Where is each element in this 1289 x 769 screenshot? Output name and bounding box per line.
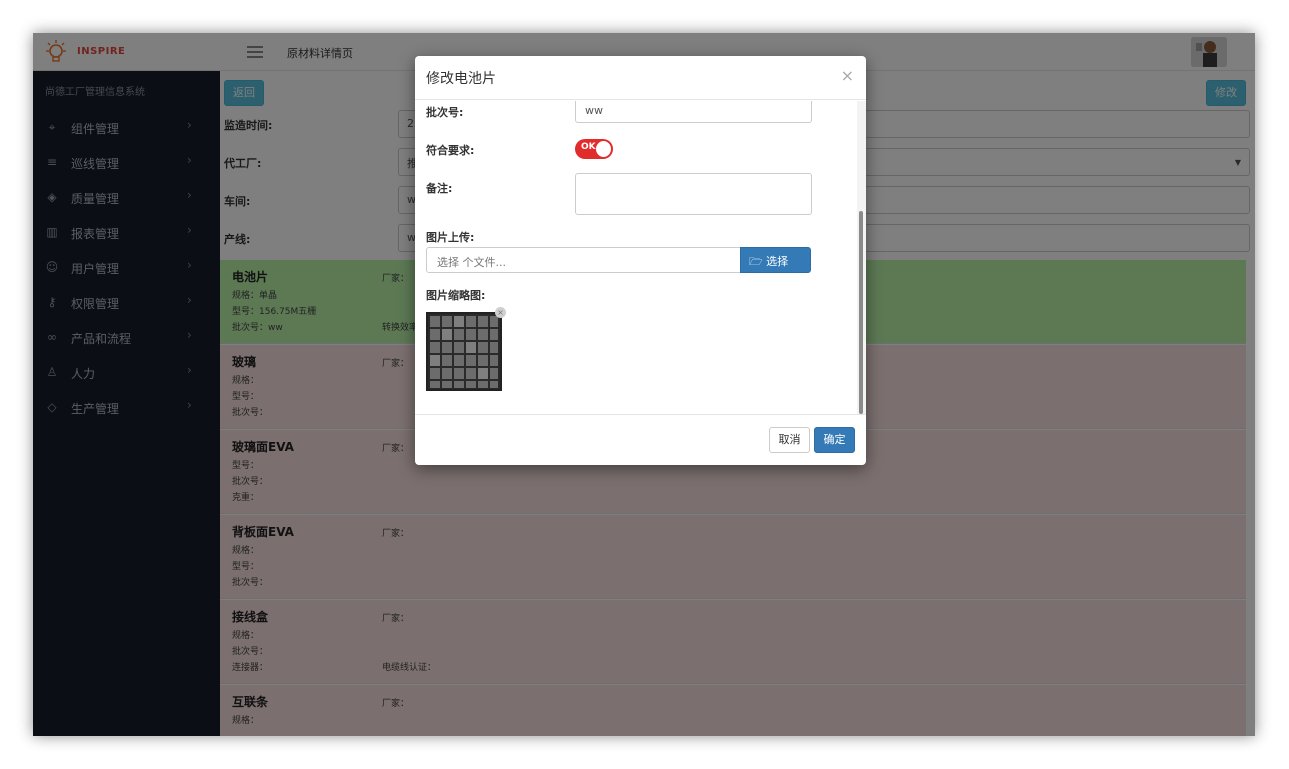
modal-header: 修改电池片 × (415, 56, 866, 100)
confirm-button[interactable]: 确定 (814, 427, 855, 453)
solar-cell-thumbnail (426, 312, 502, 391)
app-window: INSPIRE 原材料详情页 尚德工厂管理信息系统 ⌖ 组件管理 › ≡ 巡线管… (33, 33, 1255, 736)
note-textarea[interactable] (575, 173, 812, 215)
remove-thumbnail-icon[interactable]: × (495, 307, 506, 318)
modal-body: 批次号: ww 符合要求: OK 备注: 图片上传: 选择 个文件... 🗁 选… (415, 101, 866, 414)
toggle-knob (596, 141, 611, 157)
close-icon[interactable]: × (841, 66, 854, 85)
cancel-button[interactable]: 取消 (769, 427, 810, 453)
meets-requirement-toggle[interactable]: OK (575, 139, 613, 159)
choose-file-button[interactable]: 🗁 选择 … (740, 247, 811, 285)
toggle-text: OK (581, 142, 596, 152)
batch-label: 批次号: (426, 106, 464, 119)
meets-requirement-label: 符合要求: (426, 144, 475, 157)
modal-title: 修改电池片 (426, 71, 496, 87)
upload-label: 图片上传: (426, 231, 475, 244)
note-label: 备注: (426, 182, 453, 195)
folder-open-icon: 🗁 (749, 255, 763, 268)
batch-input[interactable]: ww (575, 101, 812, 123)
modal-scrollbar-thumb[interactable] (859, 211, 863, 414)
edit-cell-dialog: 修改电池片 × 批次号: ww 符合要求: OK 备注: 图片上传: 选择 个文… (415, 56, 866, 465)
modal-footer: 取消 确定 (415, 414, 866, 465)
file-name-field[interactable]: 选择 个文件... (426, 247, 741, 273)
thumbnail-label: 图片缩略图: (426, 289, 486, 302)
